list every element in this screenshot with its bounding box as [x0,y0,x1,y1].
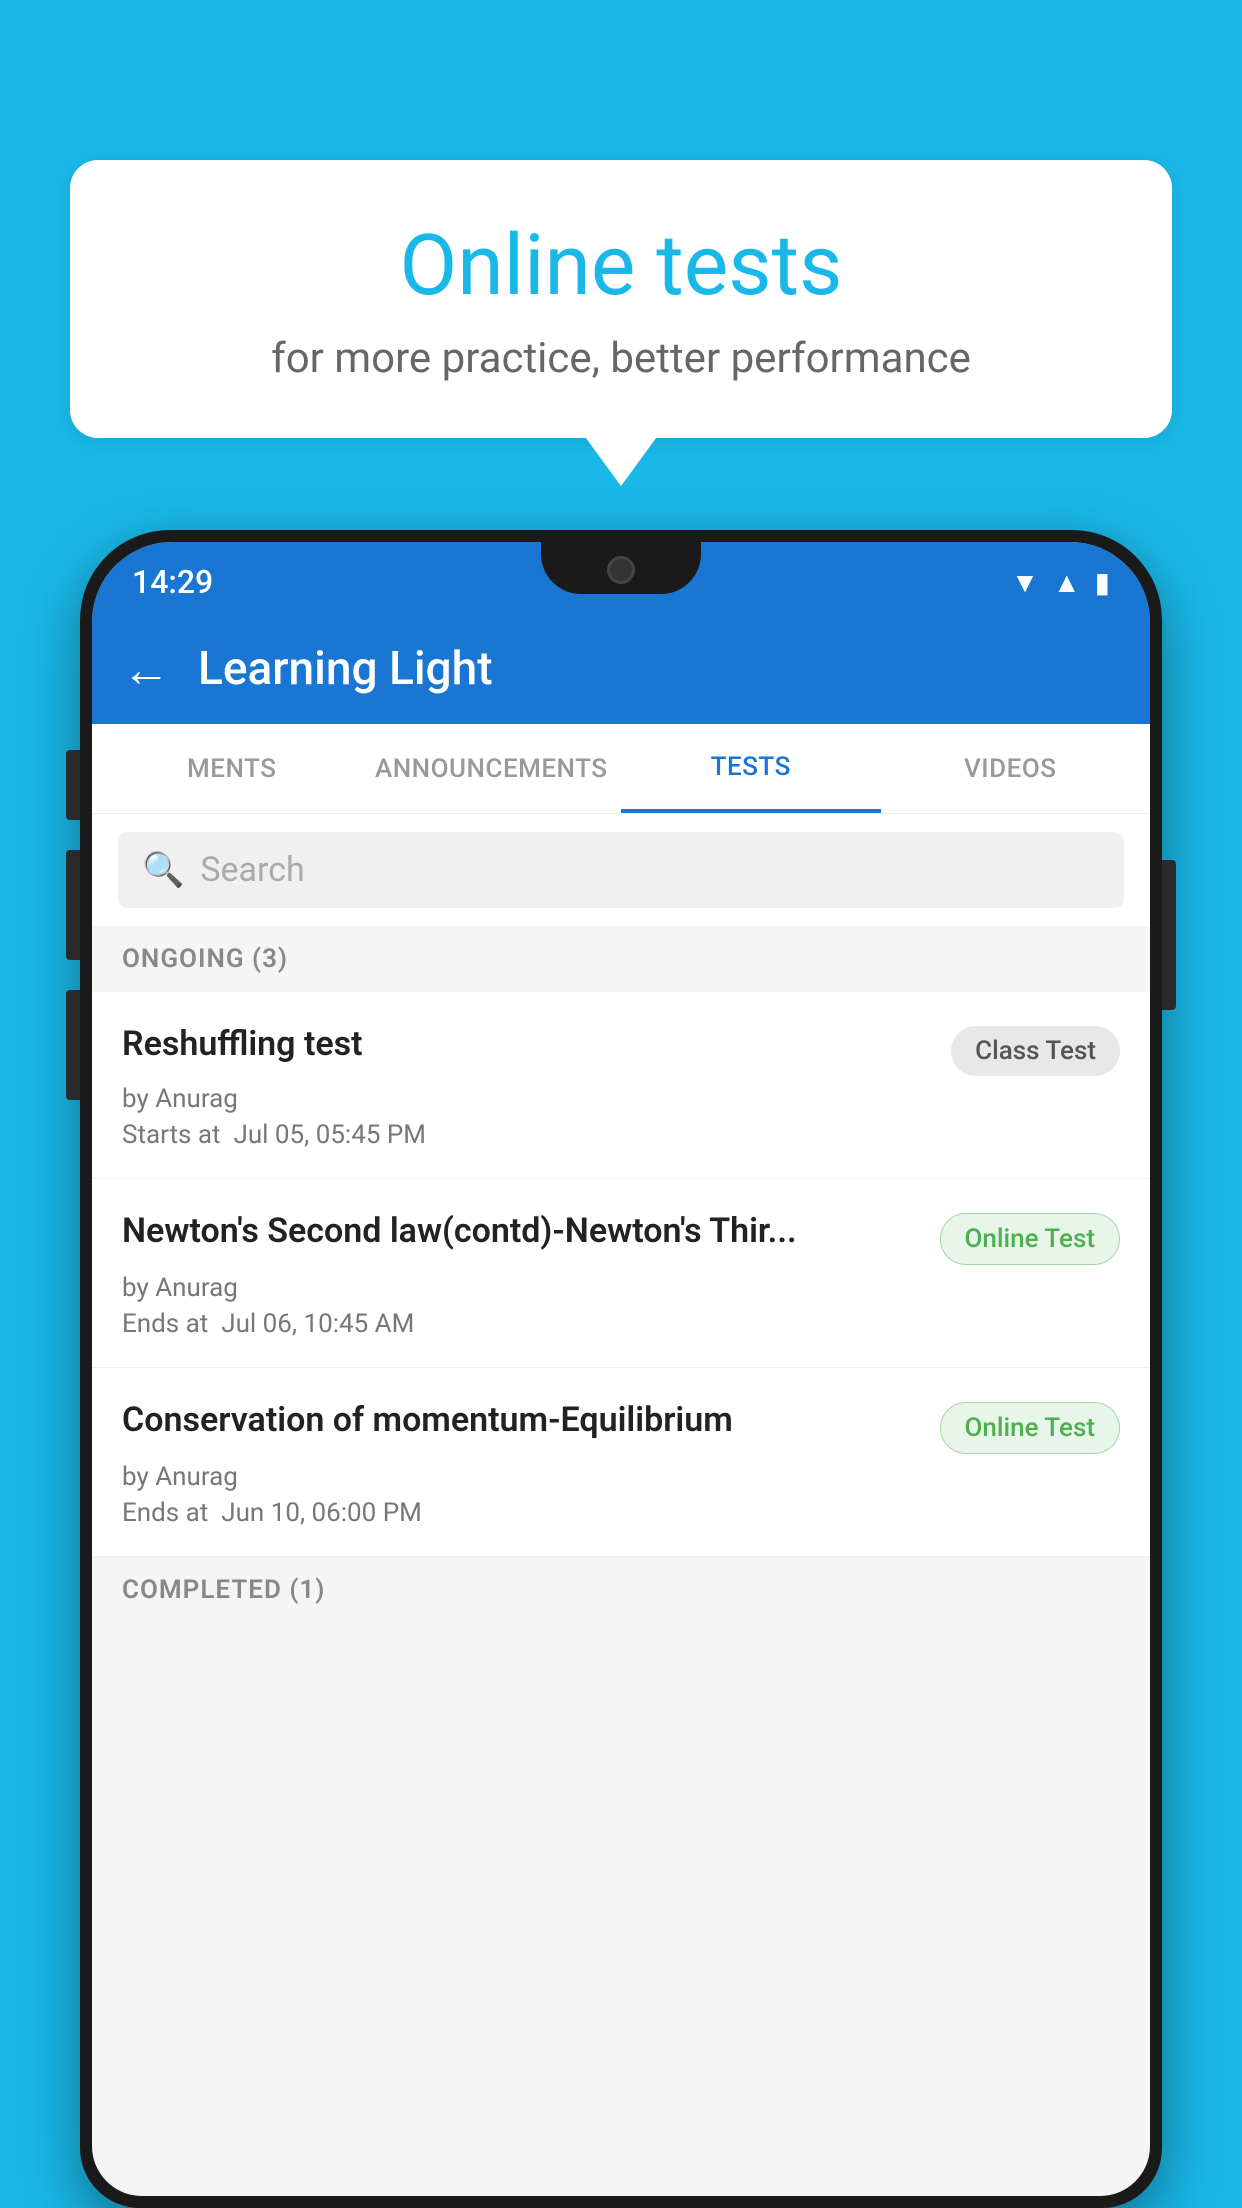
test-badge-online: Online Test [940,1213,1121,1265]
test-item[interactable]: Conservation of momentum-Equilibrium Onl… [92,1368,1150,1557]
tab-ments[interactable]: MENTS [102,724,362,813]
status-time: 14:29 [132,555,213,601]
test-by: by Anurag [122,1273,1120,1303]
app-bar: ← Learning Light [92,614,1150,724]
wifi-icon: ▼ [1011,566,1039,599]
test-by: by Anurag [122,1084,1120,1114]
test-time: Ends at Jul 06, 10:45 AM [122,1309,1120,1339]
phone-volume-up-button [66,850,80,960]
test-time: Starts at Jul 05, 05:45 PM [122,1120,1120,1150]
time-value: Jun 10, 06:00 PM [221,1498,422,1528]
battery-icon: ▮ [1095,566,1110,599]
completed-section-header: COMPLETED (1) [92,1557,1150,1623]
time-label: Starts at [122,1120,221,1150]
phone-notch [541,542,701,594]
phone-frame: 14:29 ▼ ▲ ▮ ← Learning Light MENTS ANNOU… [80,530,1162,2208]
search-placeholder: Search [200,850,304,890]
search-container: 🔍 Search [92,814,1150,926]
tab-videos[interactable]: VIDEOS [881,724,1141,813]
test-time: Ends at Jun 10, 06:00 PM [122,1498,1120,1528]
status-icons: ▼ ▲ ▮ [1011,558,1110,599]
tab-announcements[interactable]: ANNOUNCEMENTS [362,724,622,813]
speech-bubble: Online tests for more practice, better p… [70,160,1172,438]
tab-tests[interactable]: TESTS [621,724,881,813]
test-item[interactable]: Reshuffling test Class Test by Anurag St… [92,992,1150,1179]
test-by: by Anurag [122,1462,1120,1492]
search-box[interactable]: 🔍 Search [118,832,1124,908]
test-name: Reshuffling test [122,1022,931,1066]
back-button[interactable]: ← [122,641,170,698]
search-icon: 🔍 [142,850,184,890]
test-name: Conservation of momentum-Equilibrium [122,1398,920,1442]
test-item-header: Reshuffling test Class Test [122,1022,1120,1076]
tabs-bar: MENTS ANNOUNCEMENTS TESTS VIDEOS [92,724,1150,814]
phone-power-button [1162,860,1176,1010]
phone-volume-down-button [66,990,80,1100]
signal-icon: ▲ [1053,566,1081,599]
bubble-title: Online tests [120,220,1122,312]
time-label: Ends at [122,1309,208,1339]
phone-screen: 14:29 ▼ ▲ ▮ ← Learning Light MENTS ANNOU… [92,542,1150,2196]
test-item-header: Newton's Second law(contd)-Newton's Thir… [122,1209,1120,1265]
front-camera [607,556,635,584]
time-label: Ends at [122,1498,208,1528]
time-value: Jul 05, 05:45 PM [233,1120,426,1150]
time-value: Jul 06, 10:45 AM [221,1309,414,1339]
test-item[interactable]: Newton's Second law(contd)-Newton's Thir… [92,1179,1150,1368]
app-bar-title: Learning Light [198,642,493,696]
test-badge-class: Class Test [951,1026,1120,1076]
ongoing-section-header: ONGOING (3) [92,926,1150,992]
phone-side-button [66,750,80,820]
test-item-header: Conservation of momentum-Equilibrium Onl… [122,1398,1120,1454]
bubble-subtitle: for more practice, better performance [120,334,1122,383]
test-badge-online: Online Test [940,1402,1121,1454]
test-name: Newton's Second law(contd)-Newton's Thir… [122,1209,920,1253]
